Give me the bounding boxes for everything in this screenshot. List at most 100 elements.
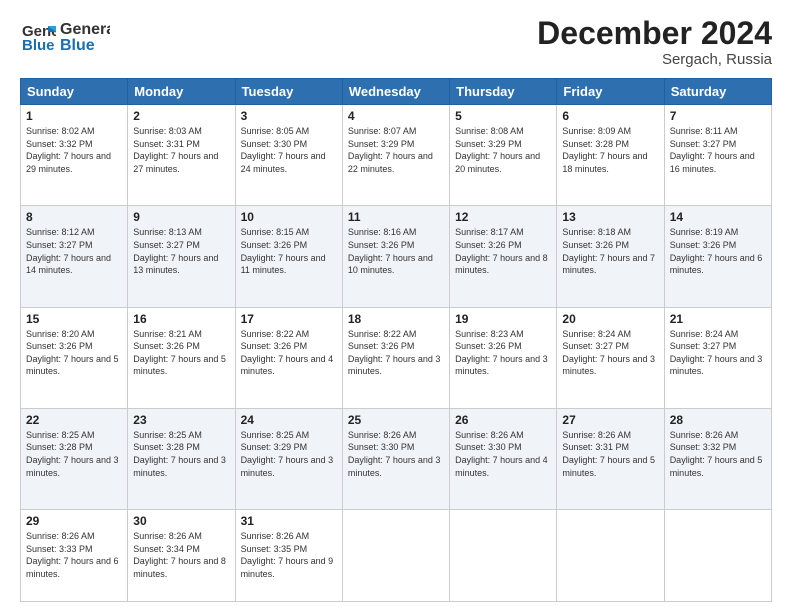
col-sunday: Sunday [21, 79, 128, 105]
day-number: 20 [562, 312, 658, 326]
title-block: December 2024 Sergach, Russia [537, 16, 772, 68]
table-row: 28 Sunrise: 8:26 AMSunset: 3:32 PMDayligh… [664, 408, 771, 509]
table-row: 24 Sunrise: 8:25 AMSunset: 3:29 PMDayligh… [235, 408, 342, 509]
cell-info: Sunrise: 8:26 AMSunset: 3:30 PMDaylight:… [455, 429, 551, 479]
day-number: 13 [562, 210, 658, 224]
day-number: 31 [241, 514, 337, 528]
table-row: 9 Sunrise: 8:13 AMSunset: 3:27 PMDaylight… [128, 206, 235, 307]
cell-info: Sunrise: 8:24 AMSunset: 3:27 PMDaylight:… [562, 328, 658, 378]
cell-info: Sunrise: 8:11 AMSunset: 3:27 PMDaylight:… [670, 125, 766, 175]
calendar-week-row: 1 Sunrise: 8:02 AMSunset: 3:32 PMDaylight… [21, 105, 772, 206]
col-saturday: Saturday [664, 79, 771, 105]
day-number: 25 [348, 413, 444, 427]
logo: General Blue General Blue [20, 16, 110, 56]
table-row [342, 509, 449, 601]
day-number: 19 [455, 312, 551, 326]
day-number: 10 [241, 210, 337, 224]
day-number: 7 [670, 109, 766, 123]
day-number: 9 [133, 210, 229, 224]
table-row: 30Sunrise: 8:26 AMSunset: 3:34 PMDayligh… [128, 509, 235, 601]
table-row: 8 Sunrise: 8:12 AMSunset: 3:27 PMDaylight… [21, 206, 128, 307]
table-row: 25 Sunrise: 8:26 AMSunset: 3:30 PMDayligh… [342, 408, 449, 509]
table-row: 15 Sunrise: 8:20 AMSunset: 3:26 PMDayligh… [21, 307, 128, 408]
cell-info: Sunrise: 8:24 AMSunset: 3:27 PMDaylight:… [670, 328, 766, 378]
day-number: 2 [133, 109, 229, 123]
cell-info: Sunrise: 8:22 AMSunset: 3:26 PMDaylight:… [241, 328, 337, 378]
cell-info: Sunrise: 8:22 AMSunset: 3:26 PMDaylight:… [348, 328, 444, 378]
table-row: 18 Sunrise: 8:22 AMSunset: 3:26 PMDayligh… [342, 307, 449, 408]
cell-info: Sunrise: 8:25 AMSunset: 3:28 PMDaylight:… [26, 429, 122, 479]
calendar-week-row: 15 Sunrise: 8:20 AMSunset: 3:26 PMDayligh… [21, 307, 772, 408]
table-row: 20 Sunrise: 8:24 AMSunset: 3:27 PMDayligh… [557, 307, 664, 408]
cell-info: Sunrise: 8:26 AMSunset: 3:31 PMDaylight:… [562, 429, 658, 479]
cell-info: Sunrise: 8:02 AMSunset: 3:32 PMDaylight:… [26, 125, 122, 175]
cell-info: Sunrise: 8:20 AMSunset: 3:26 PMDaylight:… [26, 328, 122, 378]
page: General Blue General Blue December 2024 … [0, 0, 792, 612]
cell-info: Sunrise: 8:26 AMSunset: 3:35 PMDaylight:… [241, 530, 337, 580]
table-row: 12Sunrise: 8:17 AMSunset: 3:26 PMDayligh… [450, 206, 557, 307]
day-number: 3 [241, 109, 337, 123]
cell-info: Sunrise: 8:19 AMSunset: 3:26 PMDaylight:… [670, 226, 766, 276]
day-number: 27 [562, 413, 658, 427]
day-number: 5 [455, 109, 551, 123]
cell-info: Sunrise: 8:15 AMSunset: 3:26 PMDaylight:… [241, 226, 337, 276]
svg-text:Blue: Blue [60, 37, 95, 54]
table-row: 5Sunrise: 8:08 AMSunset: 3:29 PMDaylight… [450, 105, 557, 206]
table-row: 6Sunrise: 8:09 AMSunset: 3:28 PMDaylight… [557, 105, 664, 206]
cell-info: Sunrise: 8:25 AMSunset: 3:29 PMDaylight:… [241, 429, 337, 479]
day-number: 17 [241, 312, 337, 326]
table-row: 3 Sunrise: 8:05 AMSunset: 3:30 PMDaylight… [235, 105, 342, 206]
table-row: 13Sunrise: 8:18 AMSunset: 3:26 PMDayligh… [557, 206, 664, 307]
table-row: 2Sunrise: 8:03 AMSunset: 3:31 PMDaylight… [128, 105, 235, 206]
day-number: 21 [670, 312, 766, 326]
table-row: 26 Sunrise: 8:26 AMSunset: 3:30 PMDayligh… [450, 408, 557, 509]
table-row: 23 Sunrise: 8:25 AMSunset: 3:28 PMDayligh… [128, 408, 235, 509]
table-row [450, 509, 557, 601]
table-row: 7 Sunrise: 8:11 AMSunset: 3:27 PMDaylight… [664, 105, 771, 206]
table-row: 17 Sunrise: 8:22 AMSunset: 3:26 PMDayligh… [235, 307, 342, 408]
day-number: 26 [455, 413, 551, 427]
calendar-week-row: 29 Sunrise: 8:26 AMSunset: 3:33 PMDayligh… [21, 509, 772, 601]
day-number: 16 [133, 312, 229, 326]
calendar-week-row: 8 Sunrise: 8:12 AMSunset: 3:27 PMDaylight… [21, 206, 772, 307]
cell-info: Sunrise: 8:21 AMSunset: 3:26 PMDaylight:… [133, 328, 229, 378]
day-number: 6 [562, 109, 658, 123]
cell-info: Sunrise: 8:26 AMSunset: 3:34 PMDaylight:… [133, 530, 229, 580]
cell-info: Sunrise: 8:13 AMSunset: 3:27 PMDaylight:… [133, 226, 229, 276]
col-thursday: Thursday [450, 79, 557, 105]
table-row [664, 509, 771, 601]
table-row: 10 Sunrise: 8:15 AMSunset: 3:26 PMDayligh… [235, 206, 342, 307]
col-monday: Monday [128, 79, 235, 105]
calendar-week-row: 22Sunrise: 8:25 AMSunset: 3:28 PMDayligh… [21, 408, 772, 509]
logo-graphic: General Blue [60, 16, 110, 56]
day-number: 8 [26, 210, 122, 224]
day-number: 1 [26, 109, 122, 123]
day-number: 14 [670, 210, 766, 224]
day-number: 4 [348, 109, 444, 123]
cell-info: Sunrise: 8:25 AMSunset: 3:28 PMDaylight:… [133, 429, 229, 479]
col-tuesday: Tuesday [235, 79, 342, 105]
page-subtitle: Sergach, Russia [537, 51, 772, 68]
cell-info: Sunrise: 8:16 AMSunset: 3:26 PMDaylight:… [348, 226, 444, 276]
table-row: 21 Sunrise: 8:24 AMSunset: 3:27 PMDayligh… [664, 307, 771, 408]
svg-text:Blue: Blue [22, 37, 55, 54]
svg-text:General: General [60, 21, 110, 38]
table-row: 22Sunrise: 8:25 AMSunset: 3:28 PMDayligh… [21, 408, 128, 509]
day-number: 28 [670, 413, 766, 427]
day-number: 15 [26, 312, 122, 326]
table-row: 16 Sunrise: 8:21 AMSunset: 3:26 PMDayligh… [128, 307, 235, 408]
cell-info: Sunrise: 8:26 AMSunset: 3:32 PMDaylight:… [670, 429, 766, 479]
day-number: 29 [26, 514, 122, 528]
day-number: 23 [133, 413, 229, 427]
cell-info: Sunrise: 8:26 AMSunset: 3:33 PMDaylight:… [26, 530, 122, 580]
table-row: 14 Sunrise: 8:19 AMSunset: 3:26 PMDayligh… [664, 206, 771, 307]
table-row: 1 Sunrise: 8:02 AMSunset: 3:32 PMDaylight… [21, 105, 128, 206]
table-row: 4Sunrise: 8:07 AMSunset: 3:29 PMDaylight… [342, 105, 449, 206]
day-number: 24 [241, 413, 337, 427]
cell-info: Sunrise: 8:05 AMSunset: 3:30 PMDaylight:… [241, 125, 337, 175]
day-number: 18 [348, 312, 444, 326]
cell-info: Sunrise: 8:17 AMSunset: 3:26 PMDaylight:… [455, 226, 551, 276]
table-row [557, 509, 664, 601]
cell-info: Sunrise: 8:12 AMSunset: 3:27 PMDaylight:… [26, 226, 122, 276]
cell-info: Sunrise: 8:26 AMSunset: 3:30 PMDaylight:… [348, 429, 444, 479]
